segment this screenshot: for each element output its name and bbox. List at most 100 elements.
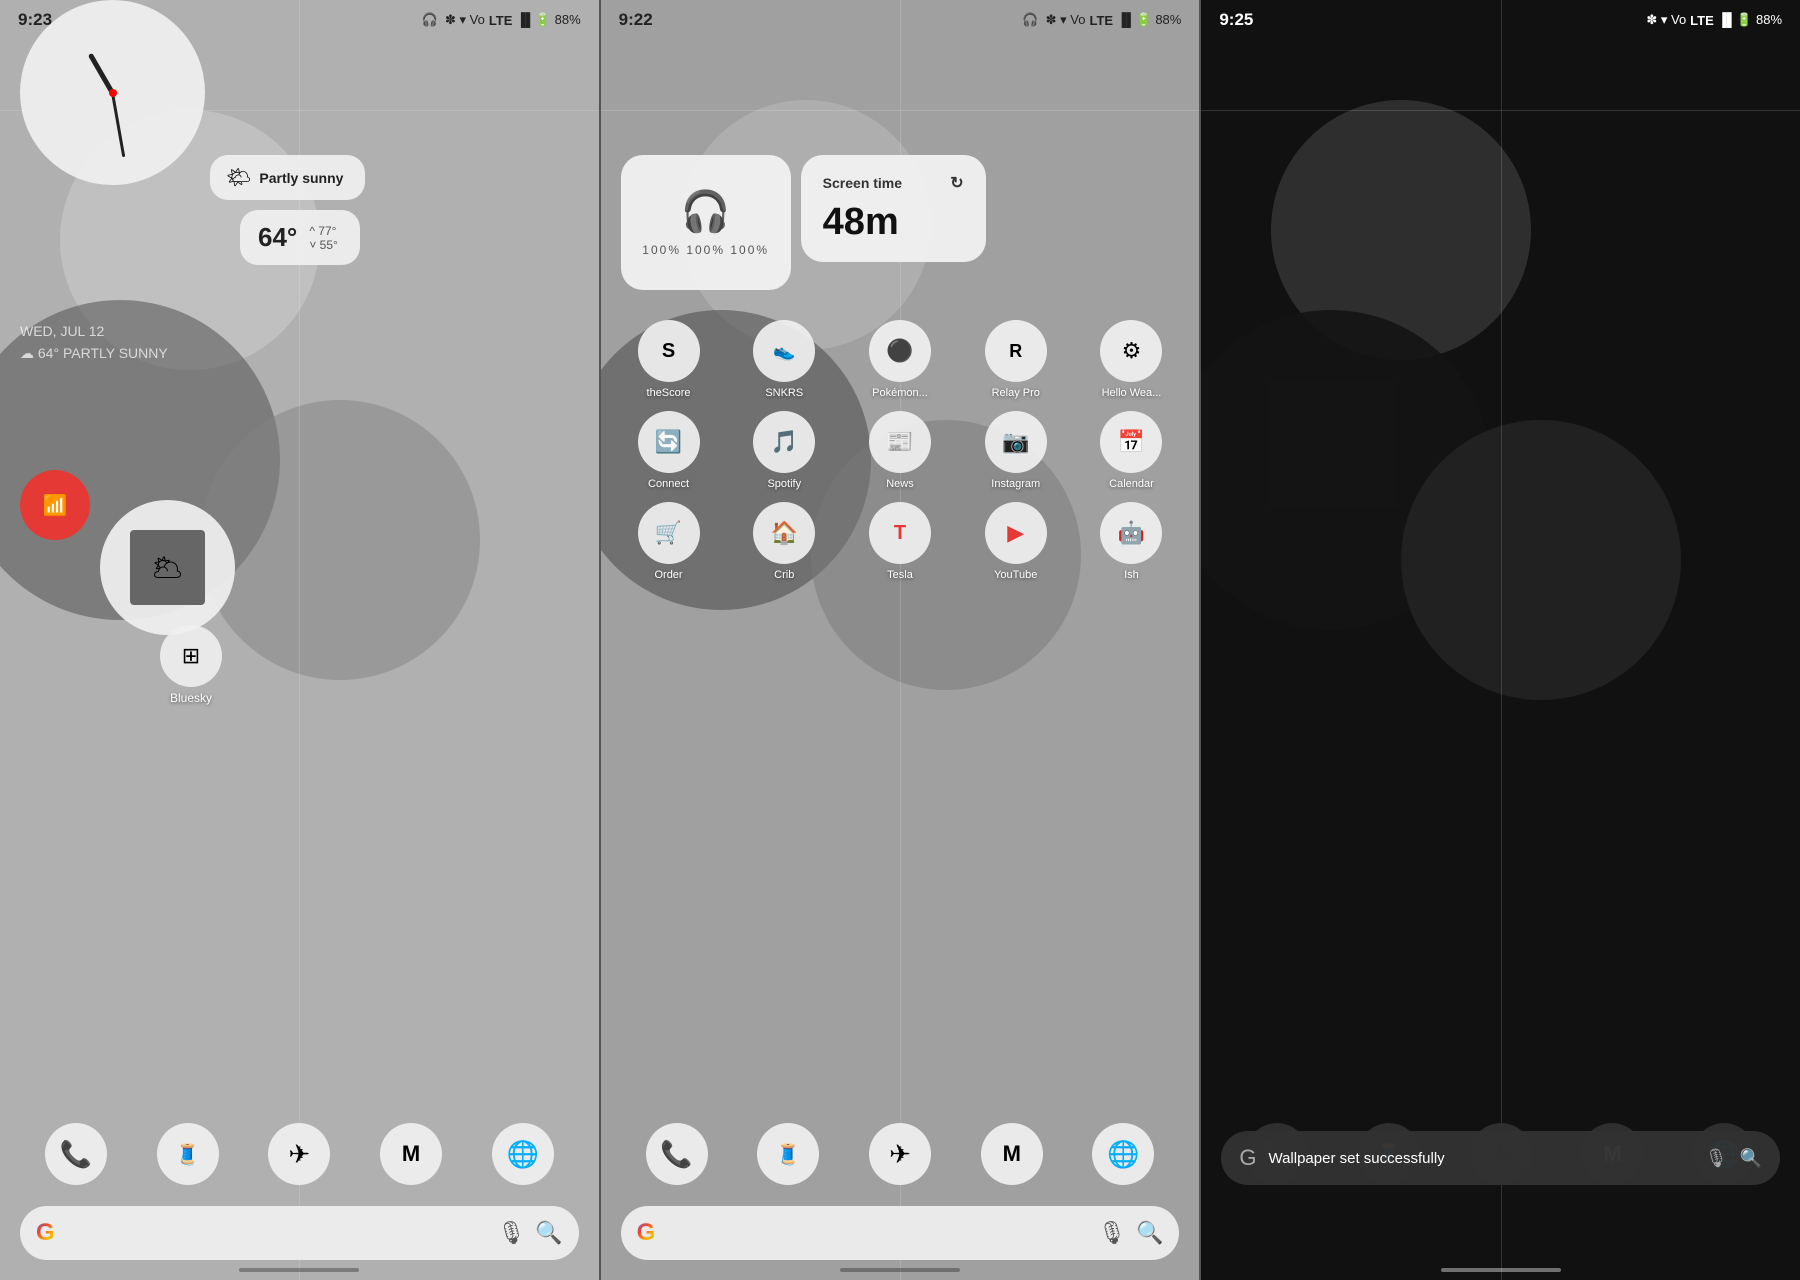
dock-telegram-1[interactable]: ✈ [268, 1123, 330, 1185]
relay-icon: R [1009, 341, 1022, 362]
app-instagram[interactable]: 📷 Instagram [971, 411, 1061, 490]
status-bar-3: 9:25 ✽ ▾ Vo LTE ▐▌🔋 88% [1201, 0, 1800, 36]
screen-time-widget[interactable]: Screen time ↻ 48m [801, 155, 986, 262]
lens-icon-2[interactable]: 🔍 [1136, 1220, 1163, 1246]
app-icon-pokemon[interactable]: ⚫ [869, 320, 931, 382]
mic-icon-1[interactable]: 🎙 [497, 1220, 525, 1246]
spotify-icon: 🎵 [771, 429, 798, 455]
gmail-icon-2: M [1003, 1141, 1021, 1167]
dock-threads-1[interactable]: 🧵 [157, 1123, 219, 1185]
temp-widget-1[interactable]: 64° ^ 77° ˅ 55° [240, 210, 360, 265]
temp-low-1: ˅ 55° [309, 238, 338, 252]
app-icon-order[interactable]: 🛒 [638, 502, 700, 564]
app-theScore[interactable]: S theScore [624, 320, 714, 399]
app-icon-connect[interactable]: 🔄 [638, 411, 700, 473]
search-bar-1[interactable]: G 🎙 🔍 [20, 1206, 579, 1260]
app-icon-tesla[interactable]: T [869, 502, 931, 564]
phone-panel-2: 9:22 🎧 ✽ ▾ Vo LTE ▐▌🔋 88% 🎧 100% 100% 10… [601, 0, 1200, 1280]
dock-gmail-2[interactable]: M [981, 1123, 1043, 1185]
dock-telegram-2[interactable]: ✈ [869, 1123, 931, 1185]
nav-line-2 [840, 1268, 960, 1272]
news-icon: 📰 [886, 429, 913, 455]
bluesky-area-1[interactable]: ⊞ Bluesky [160, 625, 222, 705]
app-icon-calendar[interactable]: 📅 [1100, 411, 1162, 473]
bluesky-icon-1[interactable]: ⊞ [160, 625, 222, 687]
app-icon-relay[interactable]: R [985, 320, 1047, 382]
date-label-1: WED, JUL 12 ☁ 64° PARTLY SUNNY [20, 320, 168, 365]
date-line1-1: WED, JUL 12 [20, 320, 168, 342]
app-icon-youtube[interactable]: ▶ [985, 502, 1047, 564]
photo-circle-1[interactable]: 🌥 [100, 500, 235, 635]
google-logo-2: G [637, 1219, 656, 1247]
wifi-icon: 📶 [43, 493, 68, 518]
earbuds-icon: 🎧 [681, 188, 731, 235]
google-logo-1: G [36, 1219, 55, 1247]
hello-weather-icon: ⚙ [1122, 338, 1142, 364]
dock-phone-1[interactable]: 📞 [45, 1123, 107, 1185]
screen-time-header: Screen time ↻ [823, 173, 964, 193]
dock-chrome-1[interactable]: 🌐 [492, 1123, 554, 1185]
phone-panel-3: 9:25 ✽ ▾ Vo LTE ▐▌🔋 88% 🌤 Partly 64° ^ 7… [1201, 0, 1800, 1280]
app-label-tesla: Tesla [887, 569, 913, 581]
app-snkrs[interactable]: 👟 SNKRS [739, 320, 829, 399]
app-label-calendar: Calendar [1109, 478, 1154, 490]
app-hello-weather[interactable]: ⚙ Hello Wea... [1086, 320, 1176, 399]
lens-icon-1[interactable]: 🔍 [535, 1220, 562, 1246]
app-order[interactable]: 🛒 Order [624, 502, 714, 581]
app-icon-spotify[interactable]: 🎵 [753, 411, 815, 473]
app-tesla[interactable]: T Tesla [855, 502, 945, 581]
crib-icon: 🏠 [771, 520, 798, 546]
blob [1401, 420, 1681, 700]
phone-panel-1: 9:23 🎧 ✽ ▾ Vo LTE ▐▌🔋 88% 🌤 Partly sunny… [0, 0, 599, 1280]
app-icon-theScore[interactable]: S [638, 320, 700, 382]
app-calendar[interactable]: 📅 Calendar [1086, 411, 1176, 490]
app-crib[interactable]: 🏠 Crib [739, 502, 829, 581]
earbuds-widget[interactable]: 🎧 100% 100% 100% [621, 155, 791, 290]
app-connect[interactable]: 🔄 Connect [624, 411, 714, 490]
dock-phone-2[interactable]: 📞 [646, 1123, 708, 1185]
app-pokemon[interactable]: ⚫ Pokémon... [855, 320, 945, 399]
app-label-crib: Crib [774, 569, 794, 581]
temp-range-1: ^ 77° ˅ 55° [309, 224, 338, 252]
dock-chrome-2[interactable]: 🌐 [1092, 1123, 1154, 1185]
app-icon-snkrs[interactable]: 👟 [753, 320, 815, 382]
theScore-icon: S [662, 340, 675, 363]
mic-icon-2[interactable]: 🎙 [1098, 1220, 1126, 1246]
dock-1: 📞 🧵 ✈ M 🌐 [20, 1123, 579, 1185]
app-label-spotify: Spotify [767, 478, 801, 490]
status-icons-3: ✽ ▾ Vo LTE ▐▌🔋 88% [1646, 12, 1782, 28]
app-icon-crib[interactable]: 🏠 [753, 502, 815, 564]
red-circle-1[interactable]: 📶 [20, 470, 90, 540]
earbuds-pct: 100% 100% 100% [642, 243, 769, 257]
screen-time-refresh-icon[interactable]: ↻ [950, 173, 963, 193]
status-icons-1: 🎧 ✽ ▾ Vo LTE ▐▌🔋 88% [422, 12, 581, 28]
tesla-icon: T [894, 522, 906, 545]
app-row-3: 🛒 Order 🏠 Crib T Tesla ▶ YouTube 🤖 Ish [611, 502, 1190, 581]
toast-text: Wallpaper set successfully [1268, 1150, 1692, 1167]
dock-threads-2[interactable]: 🧵 [757, 1123, 819, 1185]
weather-pill-1[interactable]: 🌤 Partly sunny [210, 155, 365, 200]
app-youtube[interactable]: ▶ YouTube [971, 502, 1061, 581]
app-icon-hello-weather[interactable]: ⚙ [1100, 320, 1162, 382]
chrome-icon-2: 🌐 [1107, 1139, 1139, 1170]
dock-gmail-1[interactable]: M [380, 1123, 442, 1185]
telegram-icon: ✈ [288, 1139, 310, 1170]
app-icon-ish[interactable]: 🤖 [1100, 502, 1162, 564]
app-icon-instagram[interactable]: 📷 [985, 411, 1047, 473]
app-spotify[interactable]: 🎵 Spotify [739, 411, 829, 490]
app-news[interactable]: 📰 News [855, 411, 945, 490]
toast-lens-icon[interactable]: 🔍 [1740, 1148, 1762, 1169]
divider-2 [1199, 0, 1201, 1280]
toast-mic-icon[interactable]: 🎙 [1705, 1148, 1728, 1169]
screen-time-label: Screen time [823, 175, 902, 191]
photo-icon: 🌥 [151, 552, 184, 583]
app-ish[interactable]: 🤖 Ish [1086, 502, 1176, 581]
toast-g-logo: G [1239, 1145, 1256, 1171]
connect-icon: 🔄 [655, 429, 682, 455]
app-label-news: News [886, 478, 914, 490]
app-label-theScore: theScore [647, 387, 691, 399]
search-bar-2[interactable]: G 🎙 🔍 [621, 1206, 1180, 1260]
app-icon-news[interactable]: 📰 [869, 411, 931, 473]
dock-2: 📞 🧵 ✈ M 🌐 [621, 1123, 1180, 1185]
app-relay[interactable]: R Relay Pro [971, 320, 1061, 399]
